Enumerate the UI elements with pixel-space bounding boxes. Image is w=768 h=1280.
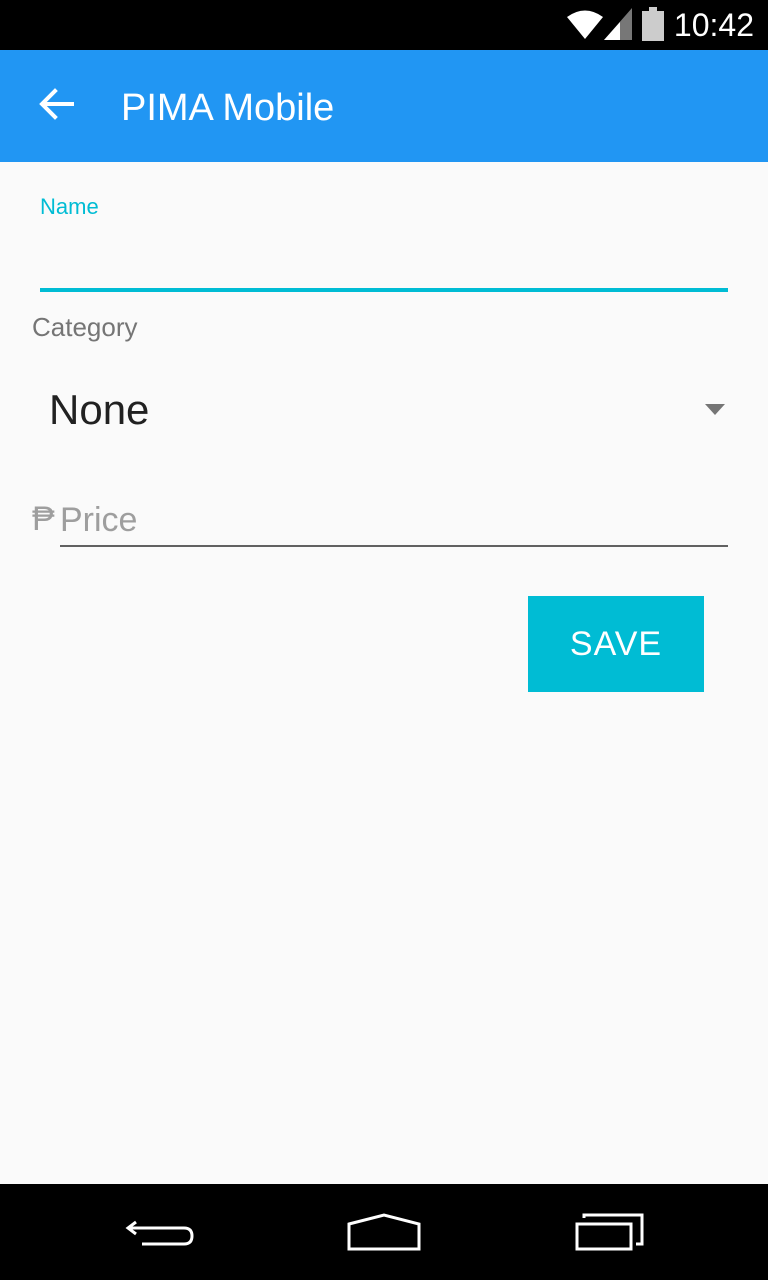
category-dropdown[interactable]: None (32, 366, 736, 456)
navigation-bar (0, 1184, 768, 1280)
name-underline (40, 288, 728, 292)
price-underline (60, 545, 728, 547)
page-title: PIMA Mobile (121, 87, 335, 129)
price-field[interactable] (60, 496, 728, 544)
category-label: Category (32, 312, 138, 342)
arrow-back-icon (38, 87, 74, 125)
back-button[interactable] (28, 78, 84, 134)
nav-home-icon[interactable] (346, 1212, 422, 1257)
battery-icon (642, 7, 664, 46)
nav-recents-icon[interactable] (574, 1212, 646, 1257)
currency-symbol: ₱ (32, 500, 55, 538)
nav-back-icon[interactable] (124, 1214, 196, 1259)
name-field[interactable] (40, 228, 728, 288)
category-selected-value: None (49, 386, 150, 433)
dropdown-arrow-icon (705, 403, 725, 421)
wifi-icon (566, 8, 604, 45)
name-label: Name (40, 194, 99, 219)
status-bar: 10:42 (0, 0, 768, 50)
status-time: 10:42 (673, 7, 754, 43)
signal-icon (604, 8, 634, 45)
app-bar: PIMA Mobile (0, 50, 768, 162)
save-button[interactable]: SAVE (528, 596, 704, 692)
